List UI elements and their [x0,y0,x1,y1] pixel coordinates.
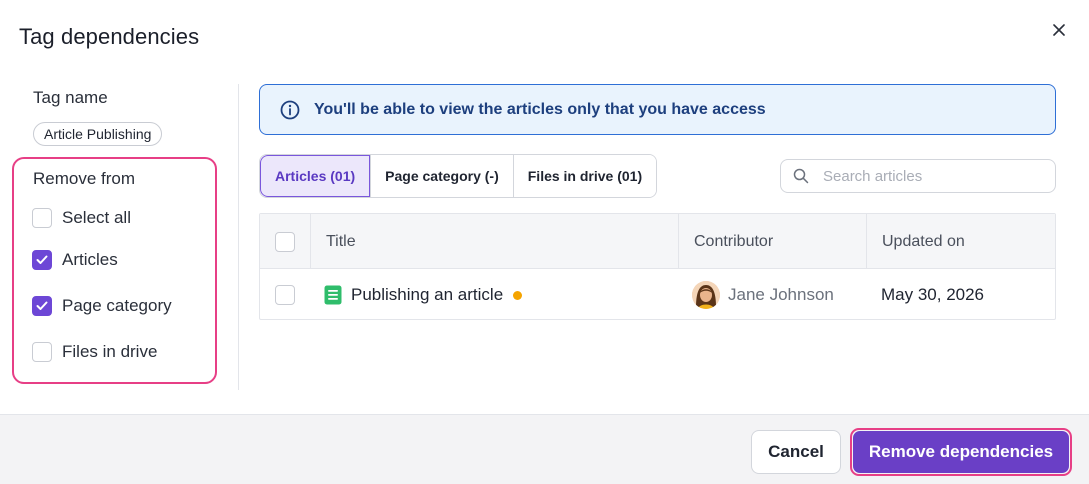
panel-divider [238,84,239,390]
search-input[interactable] [823,167,1043,185]
tag-name-label: Tag name [33,88,108,107]
check-icon [36,255,48,264]
info-text: You'll be able to view the articles only… [314,100,766,118]
contributor-cell: Jane Johnson [692,270,834,320]
page-category-checkbox[interactable] [32,296,52,316]
article-title[interactable]: Publishing an article [351,285,503,305]
option-page-category[interactable]: Page category [32,296,172,316]
select-all-checkbox[interactable] [32,208,52,228]
row-checkbox-cell [275,270,295,320]
header-checkbox-cell [275,214,295,269]
document-icon [324,285,342,305]
option-label: Files in drive [62,342,158,361]
tab-page-category[interactable]: Page category (-) [370,155,513,197]
status-dot [513,290,523,300]
updated-on-cell: May 30, 2026 [881,285,985,304]
tab-files-in-drive[interactable]: Files in drive (01) [512,155,657,197]
row-checkbox[interactable] [275,285,295,305]
column-header-updated-on[interactable]: Updated on [882,214,965,269]
table-row[interactable]: Publishing an article Jane Johnson May 3… [260,270,1055,320]
check-icon [36,301,48,310]
column-separator [310,214,311,269]
dialog-title: Tag dependencies [19,24,200,49]
option-select-all[interactable]: Select all [32,208,131,228]
avatar [692,281,720,309]
column-header-contributor[interactable]: Contributor [694,214,773,269]
select-all-rows-checkbox[interactable] [275,231,295,252]
title-cell: Publishing an article [324,270,523,320]
tag-chip: Article Publishing [33,122,163,146]
search-box [780,159,1056,193]
column-separator [678,214,679,269]
articles-checkbox[interactable] [32,250,52,270]
column-header-title[interactable]: Title [326,214,356,269]
contributor-name: Jane Johnson [728,285,834,304]
option-label: Page category [62,296,172,315]
tab-group: Articles (01) Page category (-) Files in… [259,154,658,198]
option-articles[interactable]: Articles [32,250,118,270]
option-label: Select all [62,208,131,227]
column-separator [866,214,867,269]
search-icon [793,168,809,184]
close-icon[interactable] [1049,20,1069,40]
option-files-in-drive[interactable]: Files in drive [32,342,157,362]
tab-articles[interactable]: Articles (01) [260,155,371,197]
files-in-drive-checkbox[interactable] [32,342,52,362]
tag-dependencies-dialog: Tag dependencies Tag name Article Publis… [0,0,1089,484]
info-icon [280,100,300,119]
articles-table: Title Contributor Updated on Publishing … [259,213,1056,320]
option-label: Articles [62,250,118,269]
remove-dependencies-button[interactable]: Remove dependencies [853,431,1069,473]
remove-from-label: Remove from [33,169,136,188]
info-banner: You'll be able to view the articles only… [259,84,1056,135]
table-header: Title Contributor Updated on [260,214,1055,269]
cancel-button[interactable]: Cancel [751,430,841,474]
